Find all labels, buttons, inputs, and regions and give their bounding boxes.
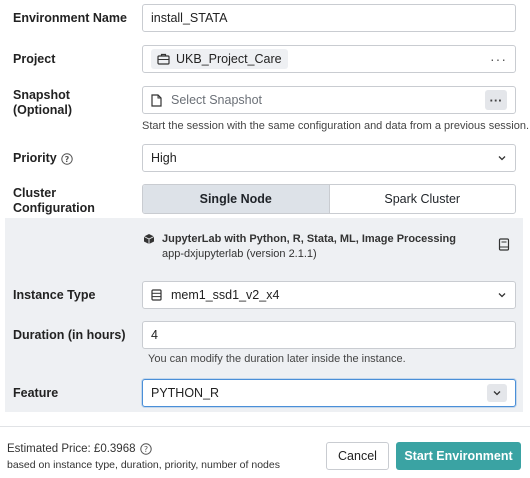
cancel-button[interactable]: Cancel	[326, 442, 389, 470]
chevron-down-icon	[498, 156, 506, 161]
app-subtitle: app-dxjupyterlab (version 2.1.1)	[162, 248, 317, 260]
feature-dropdown-button[interactable]	[487, 384, 507, 402]
duration-input[interactable]: 4	[142, 321, 516, 349]
snapshot-label-line2: (Optional)	[13, 103, 73, 117]
project-label: Project	[13, 52, 56, 66]
app-title: JupyterLab with Python, R, Stata, ML, Im…	[162, 233, 456, 245]
snapshot-label-line1: Snapshot	[13, 88, 70, 102]
project-chip[interactable]: UKB_Project_Care	[151, 49, 288, 69]
cluster-label-line2: Configuration	[13, 201, 95, 215]
estimated-price: Estimated Price: £0.3968	[7, 443, 136, 455]
snapshot-more-button[interactable]: ···	[485, 90, 507, 110]
priority-label: Priority	[13, 151, 57, 165]
snapshot-placeholder: Select Snapshot	[171, 93, 263, 107]
environment-name-input[interactable]: install_STATA	[142, 4, 516, 32]
cluster-label: Cluster Configuration	[13, 186, 95, 216]
document-icon	[151, 93, 162, 107]
project-more-icon[interactable]: ···	[490, 52, 507, 66]
briefcase-icon	[157, 53, 170, 65]
snapshot-help-text: Start the session with the same configur…	[142, 120, 530, 132]
priority-label-group: Priority ?	[13, 151, 73, 166]
chevron-down-icon	[493, 391, 501, 396]
cube-icon	[143, 234, 155, 244]
price-group: Estimated Price: £0.3968 ?	[7, 443, 152, 455]
duration-help-text: You can modify the duration later inside…	[148, 353, 406, 365]
instance-type-select[interactable]: mem1_ssd1_v2_x4	[142, 281, 516, 309]
instance-type-label: Instance Type	[13, 288, 96, 302]
environment-name-label: Environment Name	[13, 11, 127, 25]
help-circle-icon[interactable]: ?	[139, 443, 152, 455]
project-field[interactable]: UKB_Project_Care ···	[142, 45, 516, 73]
svg-text:?: ?	[143, 445, 147, 454]
feature-select[interactable]: PYTHON_R	[142, 379, 516, 407]
single-node-option[interactable]: Single Node	[143, 185, 330, 213]
svg-text:?: ?	[64, 154, 69, 163]
snapshot-field[interactable]: Select Snapshot ···	[142, 86, 516, 114]
cluster-label-line1: Cluster	[13, 186, 57, 200]
snapshot-label: Snapshot (Optional)	[13, 88, 72, 118]
spark-cluster-option[interactable]: Spark Cluster	[330, 185, 516, 213]
duration-label: Duration (in hours)	[13, 328, 126, 342]
start-environment-button[interactable]: Start Environment	[396, 442, 521, 470]
help-circle-icon[interactable]: ?	[61, 152, 73, 165]
priority-value: High	[151, 151, 177, 165]
cluster-toggle: Single Node Spark Cluster	[142, 184, 516, 214]
app-info: JupyterLab with Python, R, Stata, ML, Im…	[143, 233, 517, 260]
book-icon[interactable]	[498, 238, 510, 251]
chevron-down-icon	[498, 293, 506, 298]
footer-divider	[0, 426, 530, 427]
instance-type-value: mem1_ssd1_v2_x4	[171, 288, 280, 302]
project-value: UKB_Project_Care	[176, 52, 282, 66]
server-icon	[151, 289, 162, 301]
priority-select[interactable]: High	[142, 144, 516, 172]
environment-name-value: install_STATA	[151, 11, 228, 25]
price-note: based on instance type, duration, priori…	[7, 459, 280, 471]
feature-label: Feature	[13, 386, 59, 400]
duration-value: 4	[151, 328, 158, 342]
feature-value: PYTHON_R	[151, 386, 220, 400]
